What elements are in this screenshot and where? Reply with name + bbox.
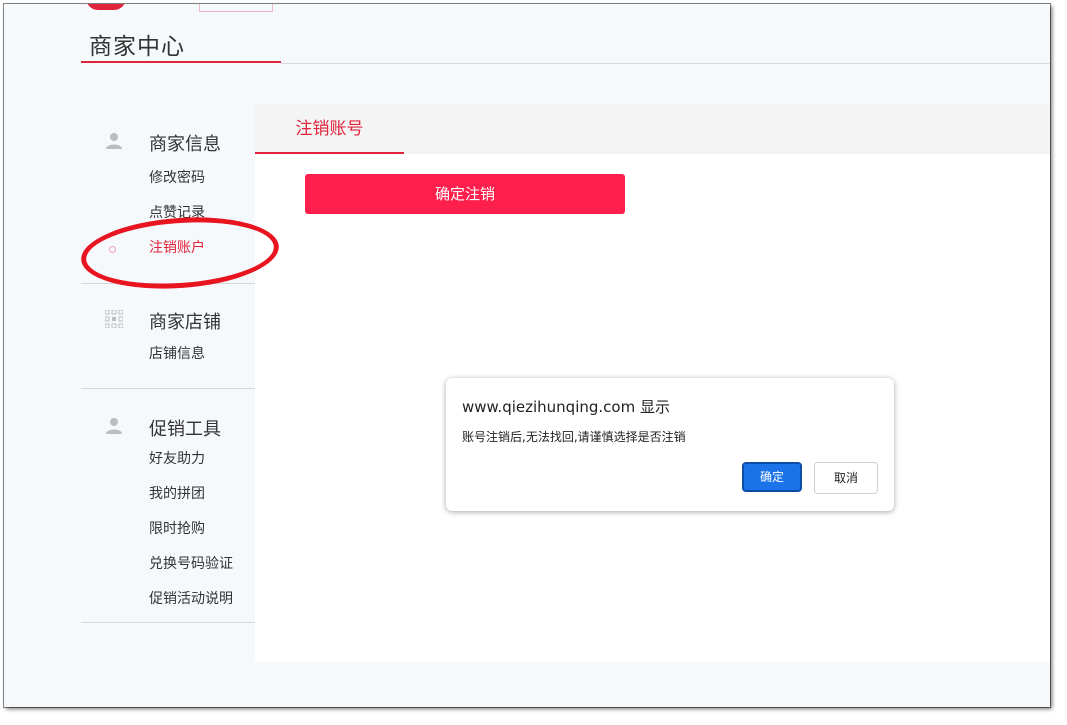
sidebar-group-promotion-tools: 促销工具 好友助力 我的拼团 限时抢购 兑换号码验证 促销活动说明: [81, 389, 255, 623]
sidebar-item-friend-help[interactable]: 好友助力: [81, 442, 255, 477]
dialog-title: www.qiezihunqing.com 显示: [462, 398, 670, 416]
sidebar-item-change-password[interactable]: 修改密码: [81, 161, 255, 196]
logo-box: [199, 4, 273, 12]
dialog-message: 账号注销后,无法找回,请谨慎选择是否注销: [462, 430, 686, 444]
sidebar-group-title: 商家信息: [149, 134, 221, 155]
sidebar-group-merchant-store: 商家店铺 店铺信息: [81, 284, 255, 389]
page-title: 商家中心: [89, 34, 185, 60]
dialog-ok-button[interactable]: 确定: [742, 462, 802, 492]
sidebar-group-title: 促销工具: [149, 419, 221, 440]
tab-cancel-account[interactable]: 注销账号: [255, 104, 404, 154]
sidebar: 商家信息 修改密码 点赞记录 注销账户 商家店铺 店铺信息 促销工具 好友助力 …: [81, 104, 255, 623]
sidebar-item-store-info[interactable]: 店铺信息: [81, 337, 255, 372]
sidebar-item-promo-guide[interactable]: 促销活动说明: [81, 582, 255, 617]
sidebar-item-code-verify[interactable]: 兑换号码验证: [81, 547, 255, 582]
confirm-cancel-button[interactable]: 确定注销: [305, 174, 625, 214]
grid-icon: [105, 310, 123, 328]
sidebar-group-header: 商家信息: [81, 120, 255, 162]
sidebar-group-title: 商家店铺: [149, 312, 221, 333]
sidebar-item-flash-sale[interactable]: 限时抢购: [81, 512, 255, 547]
tab-bar: 注销账号: [255, 104, 1050, 154]
sidebar-item-my-group-buy[interactable]: 我的拼团: [81, 477, 255, 512]
title-underline: [81, 61, 281, 63]
user-icon: [106, 133, 122, 149]
header-divider: [281, 63, 1050, 64]
confirm-dialog: www.qiezihunqing.com 显示 账号注销后,无法找回,请谨慎选择…: [446, 378, 894, 511]
user-icon: [106, 418, 122, 434]
dialog-cancel-button[interactable]: 取消: [814, 462, 878, 494]
sidebar-group-header: 商家店铺: [81, 298, 255, 340]
logo: [86, 4, 126, 10]
sidebar-group-header: 促销工具: [81, 405, 255, 447]
browser-viewport: 商家中心 商家信息 修改密码 点赞记录 注销账户 商家店铺 店铺信息 促销工具 …: [4, 4, 1050, 707]
